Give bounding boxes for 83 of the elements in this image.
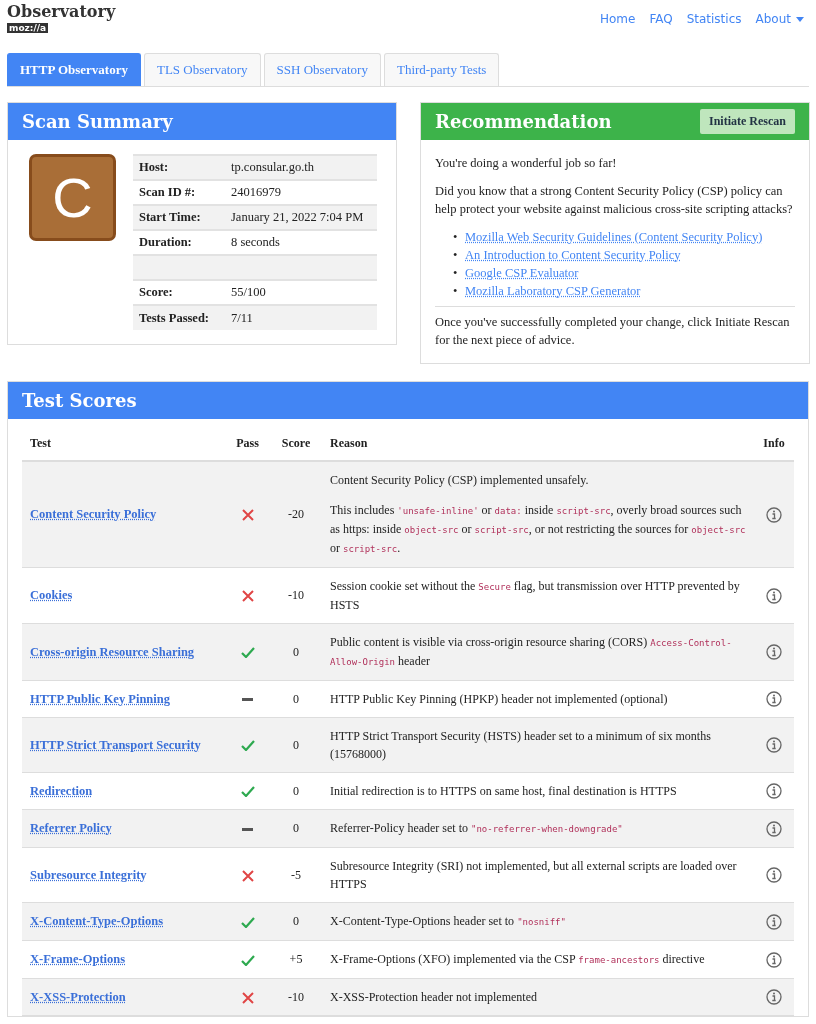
score-cell: 0 [270,680,322,718]
paragraph: You're doing a wonderful job so far! [435,155,618,172]
field-label: Score: [133,280,225,305]
test-link[interactable]: Referrer Policy [30,821,112,835]
field-value: 24016979 [225,180,377,205]
score-cell: 0 [270,623,322,681]
reason-text: Session cookie set without the Secure flag, but transmission over HTTP prevented by HSTS [330,578,741,614]
info-icon[interactable] [766,587,782,604]
card-title: Scan Summary [22,111,173,132]
bullet: • [453,229,459,246]
nav-link[interactable]: Home [599,12,636,26]
test-link[interactable]: X-Content-Type-Options [30,914,164,928]
info-icon[interactable] [766,506,782,523]
score-cell: 0 [270,809,322,848]
tab[interactable]: Third-party Tests [383,53,500,86]
field-label: Scan ID #: [133,180,225,205]
test-link[interactable]: HTTP Public Key Pinning [30,691,170,706]
field-label: Start Time: [133,205,225,230]
info-icon[interactable] [766,820,782,837]
score-cell: -20 [270,461,322,568]
reason-text: Initial redirection is to HTTPS on same host, final destination is HTTPS [330,783,678,800]
field-value: tp.consular.go.th [225,155,377,180]
score-cell: -10 [270,567,322,624]
card-title: Test Scores [22,390,137,411]
test-link[interactable]: HTTP Strict Transport Security [30,737,201,752]
field-label: Host: [133,155,225,180]
reason-text: HTTP Strict Transport Security (HSTS) header set to a minimum of six months (15768000) [330,728,712,763]
test-link[interactable]: X-XSS-Protection [30,989,126,1004]
info-icon[interactable] [766,867,782,884]
test-link[interactable]: Redirection [30,783,93,798]
nav-link[interactable]: FAQ [649,12,673,26]
reason-text: X-Content-Type-Options header set to "nosniff" [330,913,567,930]
resource-link[interactable]: An Introduction to Content Security Policy [465,248,681,262]
info-icon[interactable] [766,783,782,800]
site-title[interactable]: Observatory [7,2,116,21]
field-value: 8 seconds [225,230,377,255]
test-link[interactable]: X-Frame-Options [30,952,126,966]
paragraph: Once you've successfully completed your change, click Initiate Rescan for the next piece of advice. [435,314,791,349]
test-link[interactable]: Cookies [30,588,73,602]
bullet: • [453,265,459,282]
resource-link[interactable]: Mozilla Web Security Guidelines (Content Security Policy) [465,230,763,244]
score-cell: 0 [270,717,322,773]
reason-text: HTTP Public Key Pinning (HPKP) header not implemented (optional) [330,691,669,708]
reason-text: Subresource Integrity (SRI) not implemented, but all external scripts are loaded over HTTPS [330,858,738,893]
test-link[interactable]: Cross-origin Resource Sharing [30,644,195,659]
tab[interactable]: SSH Observatory [263,53,381,86]
nav-link[interactable]: Statistics [686,12,742,26]
logo: moz://a [7,23,49,33]
tab[interactable]: HTTP Observatory [7,53,141,86]
reason-text: Public content is visible via cross-origin resource sharing (CORS) Access-Control-Allow-Origin header [330,634,733,670]
reason-text: Referrer-Policy header set to "no-referrer-when-downgrade" [330,820,624,837]
card-title: Recommendation [435,111,612,132]
score-cell: +5 [270,940,322,979]
reason-text: Content Security Policy (CSP) implemented unsafely. [330,472,590,489]
info-icon[interactable] [766,691,782,708]
score-cell: 0 [270,772,322,810]
resource-link[interactable]: Google CSP Evaluator [465,266,579,280]
field-value: 55/100 [225,280,377,305]
info-icon[interactable] [766,913,782,930]
score-cell: -5 [270,847,322,903]
grade-badge: C [29,154,116,241]
reason-text: This includes 'unsafe-inline' or data: inside script-src, overly broad sources such as https: inside object-src or script-src, or not restricting the sources for object-src or script-src. [330,502,746,557]
score-cell: 0 [270,902,322,941]
field-label: Duration: [133,230,225,255]
field-value: 7/11 [225,305,377,330]
field-value: January 21, 2022 7:04 PM [225,205,377,230]
info-icon[interactable] [766,951,782,968]
resource-link[interactable]: Mozilla Laboratory CSP Generator [465,284,641,298]
bullet: • [453,283,459,300]
score-cell: -10 [270,978,322,1016]
info-icon[interactable] [766,644,782,661]
info-icon[interactable] [766,737,782,754]
reason-text: X-XSS-Protection header not implemented [330,989,538,1006]
test-link[interactable]: Subresource Integrity [30,867,147,882]
paragraph: Did you know that a strong Content Security Policy (CSP) policy can help protect your website against malicious cross-site scripting attacks? [435,183,794,218]
nav-link[interactable]: About [755,12,804,26]
test-link[interactable]: Content Security Policy [30,507,157,521]
tab[interactable]: TLS Observatory [143,53,261,86]
bullet: • [453,247,459,264]
info-icon[interactable] [766,989,782,1006]
field-label: Tests Passed: [133,305,225,330]
reason-text: X-Frame-Options (XFO) implemented via the CSP frame-ancestors directive [330,951,706,968]
rescan-button[interactable]: Initiate Rescan [700,109,795,134]
